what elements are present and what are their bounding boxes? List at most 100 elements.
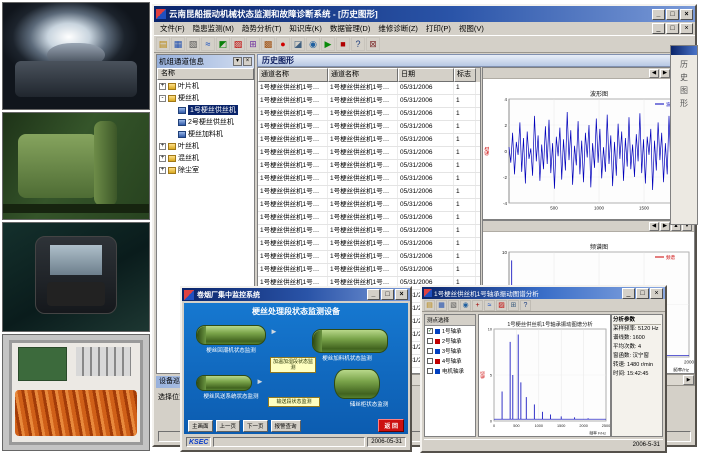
spectrum-icon[interactable]: ▨	[496, 300, 507, 311]
grid-icon[interactable]: ⊞	[508, 300, 519, 311]
tree-pin-icon[interactable]: ▾	[233, 57, 242, 66]
menu-item[interactable]: 打印(P)	[422, 23, 455, 34]
zoom-icon[interactable]: ◉	[460, 300, 471, 311]
scada-button[interactable]: 报警查询	[271, 420, 301, 432]
table-column-header[interactable]: 标志	[454, 68, 476, 82]
menu-item[interactable]: 隐患监测(M)	[189, 23, 238, 34]
analysis-maximize-button[interactable]: □	[636, 288, 649, 299]
menu-item[interactable]: 趋势分析(T)	[238, 23, 286, 34]
help-icon[interactable]: ?	[520, 300, 531, 311]
table-row[interactable]: 1号梗丝供丝机1号…1号梗丝供丝机1号…05/31/20061	[258, 134, 480, 147]
table-row[interactable]: 1号梗丝供丝机1号…1号梗丝供丝机1号…05/31/20061	[258, 173, 480, 186]
chart-nav-button[interactable]: ◀	[649, 69, 659, 78]
docked-history-strip[interactable]: 历史图形	[670, 45, 698, 225]
tree-toggle-icon[interactable]: +	[159, 167, 166, 174]
measure-point-item[interactable]: 4号轴承	[425, 356, 475, 366]
table-column-header[interactable]: 通道名称	[258, 68, 328, 82]
scada-button[interactable]: 上一页	[216, 420, 241, 432]
measure-point-item[interactable]: 3号轴承	[425, 346, 475, 356]
waveform-icon[interactable]: ≈	[484, 300, 495, 311]
database-icon[interactable]: ▩	[261, 37, 275, 51]
tree-item[interactable]: +除尘室	[157, 164, 254, 176]
scada-titlebar[interactable]: 卷烟厂集中监控系统 _□×	[182, 288, 410, 301]
help-icon[interactable]: ?	[351, 37, 365, 51]
minimize-button[interactable]: _	[652, 9, 665, 20]
tree-column-header[interactable]: 名称	[157, 68, 254, 80]
table-row[interactable]: 1号梗丝供丝机1号…1号梗丝供丝机1号…05/31/20061	[258, 199, 480, 212]
scada-equipment-shape[interactable]	[334, 369, 380, 399]
scada-button[interactable]: 下一页	[243, 420, 268, 432]
mdi-close-button[interactable]: ×	[680, 23, 693, 34]
maximize-button[interactable]: □	[666, 9, 679, 20]
stop-icon[interactable]: ■	[336, 37, 350, 51]
scada-close-button[interactable]: ×	[395, 289, 408, 300]
save-icon[interactable]: ▦	[171, 37, 185, 51]
tree-item[interactable]: +混丝机	[157, 152, 254, 164]
analysis-close-button[interactable]: ×	[650, 288, 663, 299]
menu-item[interactable]: 数据管理(D)	[326, 23, 374, 34]
tree-item[interactable]: 1号梗丝供丝机	[157, 104, 254, 116]
menu-item[interactable]: 维修诊断(Z)	[374, 23, 422, 34]
zoom-icon[interactable]: ◉	[306, 37, 320, 51]
history-graph-icon[interactable]: ≈	[201, 37, 215, 51]
scada-return-button[interactable]: 返 回	[378, 419, 404, 432]
exit-icon[interactable]: ⊠	[366, 37, 380, 51]
print-icon[interactable]: ▧	[186, 37, 200, 51]
table-row[interactable]: 1号梗丝供丝机1号…1号梗丝供丝机1号…05/31/20061	[258, 108, 480, 121]
scada-equipment-shape[interactable]	[312, 329, 388, 353]
play-icon[interactable]: ▶	[321, 37, 335, 51]
mdi-restore-button[interactable]: □	[666, 23, 679, 34]
save-icon[interactable]: ▦	[436, 300, 447, 311]
close-button[interactable]: ×	[680, 9, 693, 20]
menu-item[interactable]: 知识库(K)	[285, 23, 326, 34]
menu-item[interactable]: 文件(F)	[156, 23, 189, 34]
scada-equipment-shape[interactable]	[196, 375, 252, 391]
checkbox-icon[interactable]	[427, 368, 433, 374]
table-row[interactable]: 1号梗丝供丝机1号…1号梗丝供丝机1号…05/31/20061	[258, 121, 480, 134]
checkbox-icon[interactable]	[427, 358, 433, 364]
checkbox-icon[interactable]: ✓	[427, 328, 433, 334]
report-icon[interactable]: ⊞	[246, 37, 260, 51]
analysis-minimize-button[interactable]: _	[622, 288, 635, 299]
table-row[interactable]: 1号梗丝供丝机1号…1号梗丝供丝机1号…05/31/20061	[258, 225, 480, 238]
cursor-icon[interactable]: +	[472, 300, 483, 311]
table-row[interactable]: 1号梗丝供丝机1号…1号梗丝供丝机1号…05/31/20061	[258, 160, 480, 173]
spectrum-icon[interactable]: ▨	[231, 37, 245, 51]
tree-item[interactable]: 2号梗丝供丝机	[157, 116, 254, 128]
trend-icon[interactable]: ◩	[216, 37, 230, 51]
table-column-header[interactable]: 通道名称	[328, 68, 398, 82]
print-icon[interactable]: ▧	[448, 300, 459, 311]
table-row[interactable]: 1号梗丝供丝机1号…1号梗丝供丝机1号…05/31/20061	[258, 264, 480, 277]
table-row[interactable]: 1号梗丝供丝机1号…1号梗丝供丝机1号…05/31/20061	[258, 251, 480, 264]
table-column-header[interactable]: 日期	[398, 68, 454, 82]
menu-item[interactable]: 视图(V)	[455, 23, 488, 34]
tree-item[interactable]: +叶片机	[157, 80, 254, 92]
tree-item[interactable]: +叶丝机	[157, 140, 254, 152]
tree-toggle-icon[interactable]: +	[159, 143, 166, 150]
scroll-right-button[interactable]: ▶	[683, 375, 694, 385]
open-icon[interactable]: ▤	[424, 300, 435, 311]
tree-item[interactable]: 梗丝加料机	[157, 128, 254, 140]
tree-toggle-icon[interactable]: +	[159, 83, 166, 90]
chart-nav-button[interactable]: ▶	[660, 69, 670, 78]
mdi-minimize-button[interactable]: _	[652, 23, 665, 34]
tree-toggle-icon[interactable]: +	[159, 155, 166, 162]
measure-point-item[interactable]: 电机轴承	[425, 366, 475, 376]
chart-nav-button[interactable]: ▶	[660, 222, 670, 231]
scada-button[interactable]: 主画面	[188, 420, 213, 432]
tree-close-icon[interactable]: ×	[243, 57, 252, 66]
tree-toggle-icon[interactable]: -	[159, 95, 166, 102]
table-row[interactable]: 1号梗丝供丝机1号…1号梗丝供丝机1号…05/31/20061	[258, 147, 480, 160]
table-row[interactable]: 1号梗丝供丝机1号…1号梗丝供丝机1号…05/31/20061	[258, 186, 480, 199]
chart-nav-button[interactable]: ◀	[649, 222, 659, 231]
measure-point-item[interactable]: 2号轴承	[425, 336, 475, 346]
alarm-icon[interactable]: ●	[276, 37, 290, 51]
table-row[interactable]: 1号梗丝供丝机1号…1号梗丝供丝机1号…05/31/20061	[258, 238, 480, 251]
settings-icon[interactable]: ◪	[291, 37, 305, 51]
analysis-titlebar[interactable]: 1号梗丝供丝机1号轴承振动图谱分析 _□×	[422, 287, 665, 299]
table-row[interactable]: 1号梗丝供丝机1号…1号梗丝供丝机1号…05/31/20061	[258, 95, 480, 108]
table-row[interactable]: 1号梗丝供丝机1号…1号梗丝供丝机1号…05/31/20061	[258, 82, 480, 95]
scada-maximize-button[interactable]: □	[381, 289, 394, 300]
scada-minimize-button[interactable]: _	[367, 289, 380, 300]
checkbox-icon[interactable]	[427, 338, 433, 344]
